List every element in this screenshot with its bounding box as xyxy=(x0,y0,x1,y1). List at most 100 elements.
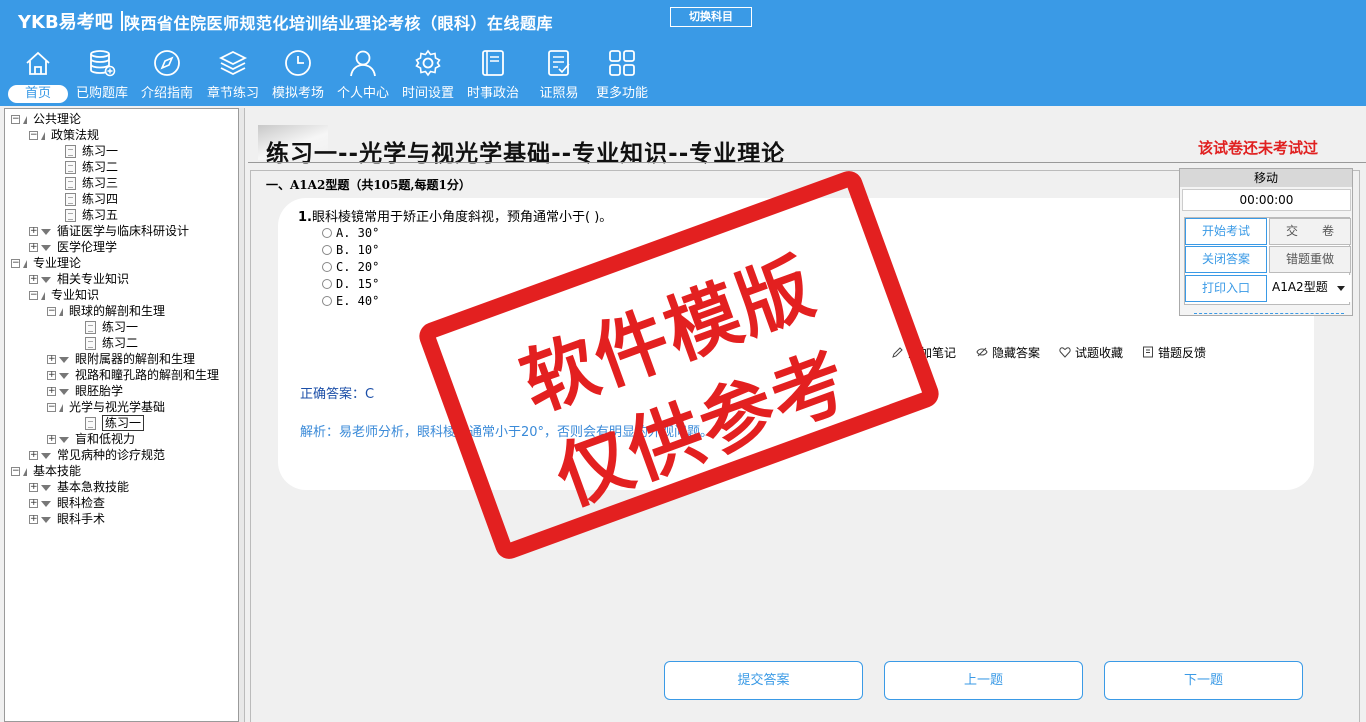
nav-item-more[interactable]: 更多功能 xyxy=(589,48,655,106)
tree-node-ethics[interactable]: + 医学伦理学 xyxy=(29,239,117,255)
switch-subject-button[interactable]: 切换科目 xyxy=(670,7,752,27)
tree-leaf-exercise[interactable]: 练习五 xyxy=(65,207,118,223)
tree-node-blindness[interactable]: + 盲和低视力 xyxy=(47,431,135,447)
tree-node-first-aid[interactable]: + 基本急救技能 xyxy=(29,479,129,495)
radio-icon[interactable] xyxy=(322,279,332,289)
tree-label: 练习五 xyxy=(82,208,119,222)
tree-node-policy[interactable]: − 政策法规 xyxy=(29,127,99,143)
expand-icon[interactable]: + xyxy=(29,499,38,508)
expand-icon[interactable]: + xyxy=(47,435,56,444)
expand-icon[interactable]: + xyxy=(29,243,38,252)
tree-label: 练习三 xyxy=(82,176,119,190)
tree-label: 专业理论 xyxy=(33,256,82,270)
nav-item-guide[interactable]: 介绍指南 xyxy=(134,48,200,106)
collapsed-icon xyxy=(59,388,69,395)
option-label: C. 20° xyxy=(336,260,380,274)
divider xyxy=(248,162,1366,163)
radio-icon[interactable] xyxy=(322,262,332,272)
select-value: A1A2型题 xyxy=(1272,280,1328,294)
redo-wrong-button[interactable]: 错题重做 xyxy=(1269,246,1351,273)
database-icon xyxy=(90,50,116,77)
collapsed-icon xyxy=(41,228,51,235)
tree-leaf-exercise[interactable]: 练习一 xyxy=(85,319,138,335)
nav-item-profile[interactable]: 个人中心 xyxy=(330,48,396,106)
option-b[interactable]: B. 10° xyxy=(322,242,379,258)
tree-label: 公共理论 xyxy=(33,112,82,126)
submit-answer-button[interactable]: 提交答案 xyxy=(664,661,863,700)
expand-icon[interactable]: + xyxy=(47,371,56,380)
tree-node-eye-exam[interactable]: + 眼科检查 xyxy=(29,495,105,511)
collapse-icon[interactable]: − xyxy=(11,467,20,476)
nav-item-time-settings[interactable]: 时间设置 xyxy=(395,48,461,106)
tree-node-evidence-medicine[interactable]: + 循证医学与临床科研设计 xyxy=(29,223,189,239)
error-feedback-button[interactable]: 错题反馈 xyxy=(1142,344,1206,361)
expand-icon[interactable]: + xyxy=(29,227,38,236)
nav-item-politics[interactable]: 时事政治 xyxy=(460,48,526,106)
nav-label: 证照易 xyxy=(539,86,579,101)
collapse-icon[interactable]: − xyxy=(29,131,38,140)
tree-leaf-exercise-selected[interactable]: 练习一 xyxy=(85,415,145,431)
tree-node-eye-surgery[interactable]: + 眼科手术 xyxy=(29,511,105,527)
user-icon xyxy=(350,50,376,77)
nav-item-home[interactable]: 首页 xyxy=(5,48,71,106)
question-type-select[interactable]: A1A2型题 xyxy=(1269,275,1351,302)
tree-leaf-exercise[interactable]: 练习二 xyxy=(85,335,138,351)
splitter[interactable] xyxy=(239,108,245,722)
radio-icon[interactable] xyxy=(322,228,332,238)
tree-leaf-exercise[interactable]: 练习一 xyxy=(65,143,118,159)
tree-node-eyeball-anatomy[interactable]: − 眼球的解剖和生理 xyxy=(47,303,165,319)
expand-icon[interactable]: + xyxy=(29,275,38,284)
expand-icon[interactable]: + xyxy=(29,451,38,460)
next-question-button[interactable]: 下一题 xyxy=(1104,661,1303,700)
tree-node-professional-knowledge[interactable]: − 专业知识 xyxy=(29,287,99,303)
option-e[interactable]: E. 40° xyxy=(322,293,379,309)
nav-item-chapter[interactable]: 章节练习 xyxy=(200,48,266,106)
expand-icon[interactable]: + xyxy=(47,355,56,364)
nav-item-license[interactable]: 证照易 xyxy=(526,48,592,106)
option-d[interactable]: D. 15° xyxy=(322,276,379,292)
tree-leaf-exercise[interactable]: 练习二 xyxy=(65,159,118,175)
tree-node-adnexa-anatomy[interactable]: + 眼附属器的解剖和生理 xyxy=(47,351,195,367)
tree-node-professional-theory[interactable]: − 专业理论 xyxy=(11,255,81,271)
eye-hidden-icon xyxy=(976,347,988,357)
tree-node-related-knowledge[interactable]: + 相关专业知识 xyxy=(29,271,129,287)
tree-node-optics[interactable]: − 光学与视光学基础 xyxy=(47,399,165,415)
option-c[interactable]: C. 20° xyxy=(322,259,379,275)
option-a[interactable]: A. 30° xyxy=(322,225,379,241)
submit-paper-button[interactable]: 交 卷 xyxy=(1269,218,1351,245)
nav-item-mock-exam[interactable]: 模拟考场 xyxy=(265,48,331,106)
collapse-icon[interactable]: − xyxy=(29,291,38,300)
expand-icon[interactable]: + xyxy=(29,483,38,492)
favorite-button[interactable]: 试题收藏 xyxy=(1059,344,1123,361)
collapse-icon[interactable]: − xyxy=(11,259,20,268)
start-exam-button[interactable]: 开始考试 xyxy=(1185,218,1267,245)
tree-node-embryology[interactable]: + 眼胚胎学 xyxy=(47,383,123,399)
tree-node-diagnosis-standards[interactable]: + 常见病种的诊疗规范 xyxy=(29,447,165,463)
expand-icon[interactable]: + xyxy=(47,387,56,396)
hide-answer-button[interactable]: 隐藏答案 xyxy=(976,344,1040,361)
radio-icon[interactable] xyxy=(322,245,332,255)
collapse-icon[interactable]: − xyxy=(47,403,56,412)
previous-question-button[interactable]: 上一题 xyxy=(884,661,1083,700)
tree-leaf-exercise[interactable]: 练习三 xyxy=(65,175,118,191)
pencil-icon xyxy=(892,347,903,358)
chevron-down-icon xyxy=(1337,286,1345,291)
logo[interactable]: YKB易考吧 xyxy=(18,8,123,34)
document-icon xyxy=(65,209,76,222)
tree-leaf-exercise[interactable]: 练习四 xyxy=(65,191,118,207)
move-handle[interactable]: 移动 xyxy=(1180,169,1352,187)
nav-item-purchased[interactable]: 已购题库 xyxy=(69,48,135,106)
print-button[interactable]: 打印入口 xyxy=(1185,275,1267,302)
collapse-icon[interactable]: − xyxy=(47,307,56,316)
tree-label: 练习四 xyxy=(82,192,119,206)
expand-icon[interactable]: + xyxy=(29,515,38,524)
tree-node-visual-pathway[interactable]: + 视路和瞳孔路的解剖和生理 xyxy=(47,367,219,383)
tree-node-public-theory[interactable]: − 公共理论 xyxy=(11,111,81,127)
add-note-button[interactable]: 添加笔记 xyxy=(892,344,956,361)
tree-node-basic-skills[interactable]: − 基本技能 xyxy=(11,463,81,479)
collapse-icon[interactable]: − xyxy=(11,115,20,124)
tree-label: 练习一 xyxy=(82,144,119,158)
close-answer-button[interactable]: 关闭答案 xyxy=(1185,246,1267,273)
radio-icon[interactable] xyxy=(322,296,332,306)
collapsed-icon xyxy=(41,276,51,283)
